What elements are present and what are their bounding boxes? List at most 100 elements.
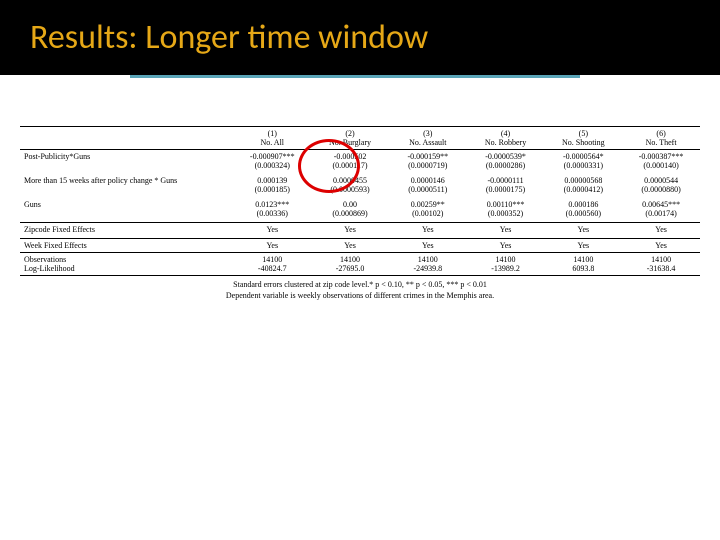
cell: Yes: [467, 225, 545, 234]
colhead-4: No. Robbery: [467, 138, 545, 147]
cell: 0.00000568: [544, 176, 622, 185]
cell: 0.00645***: [622, 200, 700, 209]
colhead-1: No. All: [233, 138, 311, 147]
cell-se: (0.0000175): [467, 185, 545, 194]
cell-se: (0.00102): [389, 209, 467, 218]
rowlabel: Guns: [20, 200, 233, 209]
cell: -0.000387***: [622, 152, 700, 161]
header-row-labels: No. All No. Burglary No. Assault No. Rob…: [20, 138, 700, 147]
cell: -24939.8: [389, 264, 467, 273]
row-zip-fe: Zipcode Fixed Effects Yes Yes Yes Yes Ye…: [20, 225, 700, 234]
header-row-numbers: (1) (2) (3) (4) (5) (6): [20, 129, 700, 138]
colnum-1: (1): [233, 129, 311, 138]
colnum-5: (5): [544, 129, 622, 138]
row-guns-se: (0.00336) (0.000869) (0.00102) (0.000352…: [20, 209, 700, 218]
rule-bottom: [20, 275, 700, 276]
rule-mid2: [20, 222, 700, 223]
cell: Yes: [544, 241, 622, 250]
cell-se: (0.0000880): [622, 185, 700, 194]
cell: 0.00: [311, 200, 389, 209]
rowlabel: More than 15 weeks after policy change *…: [20, 176, 233, 185]
cell: 0.000186: [544, 200, 622, 209]
row-morethan15-se: (0.000185) (0.0000593) (0.0000511) (0.00…: [20, 185, 700, 194]
colnum-6: (6): [622, 129, 700, 138]
cell-se: (0.000185): [233, 185, 311, 194]
cell: 14100: [233, 255, 311, 264]
row-guns: Guns 0.0123*** 0.00 0.00259** 0.00110***…: [20, 200, 700, 209]
cell: -40824.7: [233, 264, 311, 273]
colhead-2: No. Burglary: [311, 138, 389, 147]
cell: Yes: [389, 225, 467, 234]
colhead-5: No. Shooting: [544, 138, 622, 147]
cell: 14100: [311, 255, 389, 264]
cell-se: (0.0000412): [544, 185, 622, 194]
cell-se: (0.0000331): [544, 161, 622, 170]
colnum-2: (2): [311, 129, 389, 138]
cell: -0.000159**: [389, 152, 467, 161]
cell: 14100: [467, 255, 545, 264]
slide-title: Results: Longer time window: [30, 17, 428, 58]
row-morethan15: More than 15 weeks after policy change *…: [20, 176, 700, 185]
cell: 0.00110***: [467, 200, 545, 209]
cell-se: (0.000352): [467, 209, 545, 218]
rowlabel: Post-Publicity*Guns: [20, 152, 233, 161]
cell: 0.00259**: [389, 200, 467, 209]
row-ll: Log-Likelihood -40824.7 -27695.0 -24939.…: [20, 264, 700, 273]
row-obs: Observations 14100 14100 14100 14100 141…: [20, 255, 700, 264]
cell: Yes: [233, 241, 311, 250]
footnote-line1: Standard errors clustered at zip code le…: [20, 280, 700, 291]
cell: Yes: [311, 225, 389, 234]
cell-se: (0.000117): [311, 161, 389, 170]
cell: 0.0000544: [622, 176, 700, 185]
cell: -0.000502: [311, 152, 389, 161]
colnum-4: (4): [467, 129, 545, 138]
colhead-6: No. Theft: [622, 138, 700, 147]
rule-mid3: [20, 238, 700, 239]
cell: 0.000139: [233, 176, 311, 185]
cell: -31638.4: [622, 264, 700, 273]
cell-se: (0.0000719): [389, 161, 467, 170]
cell: Yes: [622, 241, 700, 250]
cell-se: (0.000560): [544, 209, 622, 218]
cell: -0.0000539*: [467, 152, 545, 161]
cell: -0.000907***: [233, 152, 311, 161]
table-footnote: Standard errors clustered at zip code le…: [20, 280, 700, 302]
rowlabel: Log-Likelihood: [20, 264, 233, 273]
cell: Yes: [389, 241, 467, 250]
cell-se: (0.000324): [233, 161, 311, 170]
rowlabel: Observations: [20, 255, 233, 264]
cell-se: (0.00174): [622, 209, 700, 218]
cell: 6093.8: [544, 264, 622, 273]
cell: 0.0000146: [389, 176, 467, 185]
cell-se: (0.0000286): [467, 161, 545, 170]
title-bar: Results: Longer time window: [0, 0, 720, 75]
row-postpublicity: Post-Publicity*Guns -0.000907*** -0.0005…: [20, 152, 700, 161]
cell: 14100: [622, 255, 700, 264]
title-underline: [130, 75, 580, 78]
regression-table: (1) (2) (3) (4) (5) (6) No. All No. Burg…: [20, 126, 700, 302]
cell: -13989.2: [467, 264, 545, 273]
cell-se: (0.000140): [622, 161, 700, 170]
cell: Yes: [544, 225, 622, 234]
cell: Yes: [467, 241, 545, 250]
cell: Yes: [311, 241, 389, 250]
row-postpublicity-se: (0.000324) (0.000117) (0.0000719) (0.000…: [20, 161, 700, 170]
footnote-line2: Dependent variable is weekly observation…: [20, 291, 700, 302]
cell-se: (0.00336): [233, 209, 311, 218]
rowlabel: Week Fixed Effects: [20, 241, 233, 250]
cell-se: (0.000869): [311, 209, 389, 218]
cell: 0.0000455: [311, 176, 389, 185]
rule-mid4: [20, 252, 700, 253]
cell-se: (0.0000511): [389, 185, 467, 194]
cell-se: (0.0000593): [311, 185, 389, 194]
cell: -27695.0: [311, 264, 389, 273]
cell: -0.0000111: [467, 176, 545, 185]
rule-mid1: [20, 149, 700, 150]
colnum-3: (3): [389, 129, 467, 138]
cell: Yes: [622, 225, 700, 234]
rule-top: [20, 126, 700, 127]
cell: 0.0123***: [233, 200, 311, 209]
cell: 14100: [389, 255, 467, 264]
row-week-fe: Week Fixed Effects Yes Yes Yes Yes Yes Y…: [20, 241, 700, 250]
cell: 14100: [544, 255, 622, 264]
